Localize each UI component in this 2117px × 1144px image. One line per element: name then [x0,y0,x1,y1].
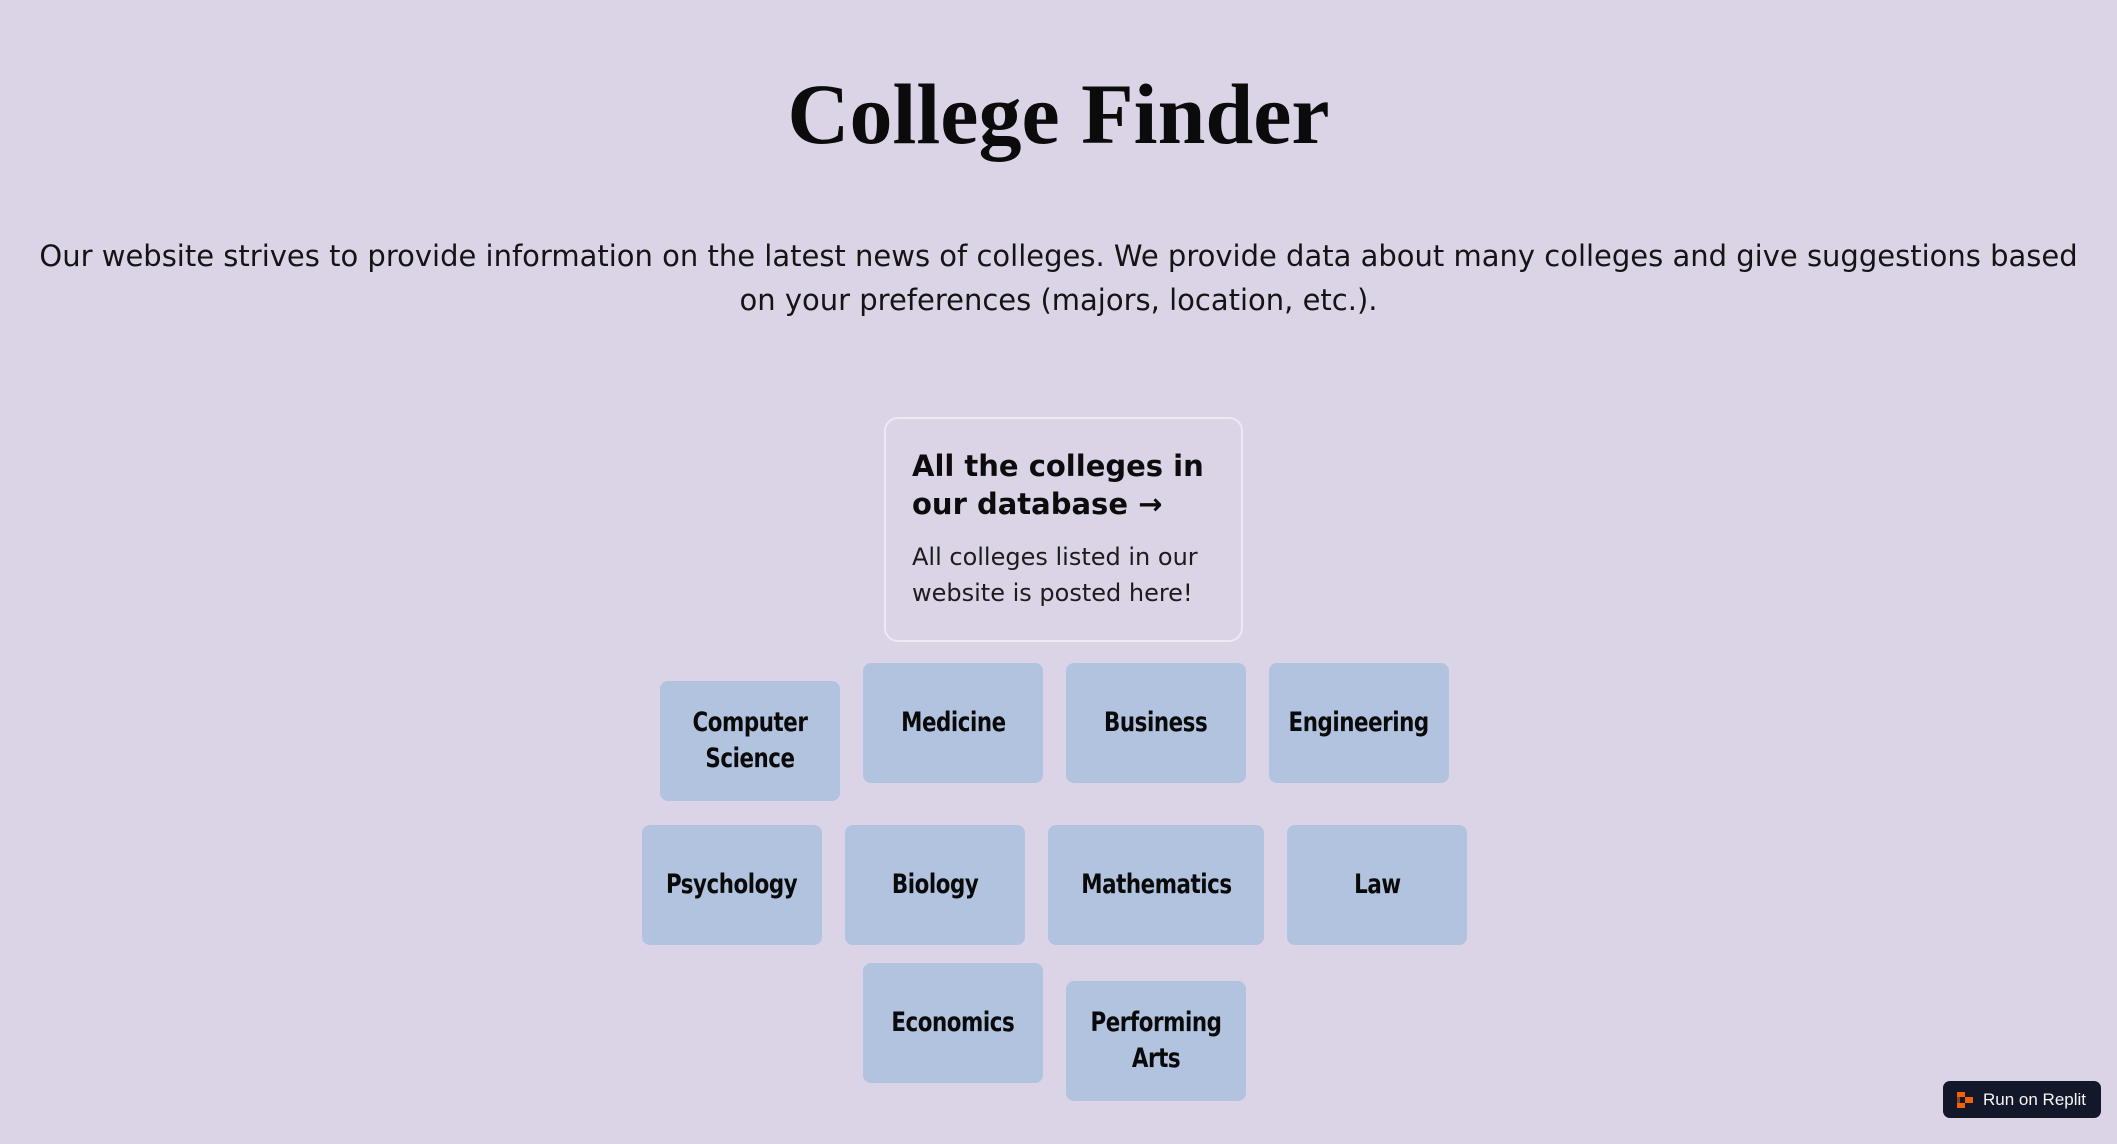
major-tile-label: Law [1353,869,1401,900]
major-tile-label: Medicine [900,707,1006,738]
major-tile-mathematics[interactable]: Mathematics [1048,825,1264,945]
all-colleges-card[interactable]: All the colleges in our database → All c… [884,417,1243,642]
major-tile-computer-science[interactable]: Computer Science [660,681,840,801]
major-tile-label: Engineering [1288,707,1430,738]
major-tile-economics[interactable]: Economics [863,963,1043,1083]
major-tile-business[interactable]: Business [1066,663,1246,783]
major-tile-biology[interactable]: Biology [845,825,1025,945]
major-tile-label: Business [1104,707,1208,738]
major-tile-label: Biology [891,869,979,900]
major-tile-label: Performing Arts [1090,1007,1222,1074]
run-on-replit-label: Run on Replit [1983,1089,2087,1109]
all-colleges-card-description: All colleges listed in our website is po… [912,543,1198,607]
page-title: College Finder [787,66,1330,162]
major-tile-label: Economics [891,1007,1015,1038]
major-tile-label: Psychology [666,869,798,900]
run-on-replit-button[interactable]: Run on Replit [1943,1081,2101,1118]
major-tile-label: Computer Science [692,707,808,774]
replit-logo-icon [1957,1091,1973,1108]
major-tile-performing-arts[interactable]: Performing Arts [1066,981,1246,1101]
major-tile-label: Mathematics [1080,869,1232,900]
all-colleges-card-title[interactable]: All the colleges in our database → [912,447,1215,523]
major-tile-medicine[interactable]: Medicine [863,663,1043,783]
intro-text: Our website strives to provide informati… [39,239,2078,317]
major-tile-law[interactable]: Law [1287,825,1467,945]
major-tile-engineering[interactable]: Engineering [1269,663,1449,783]
major-tile-psychology[interactable]: Psychology [642,825,822,945]
